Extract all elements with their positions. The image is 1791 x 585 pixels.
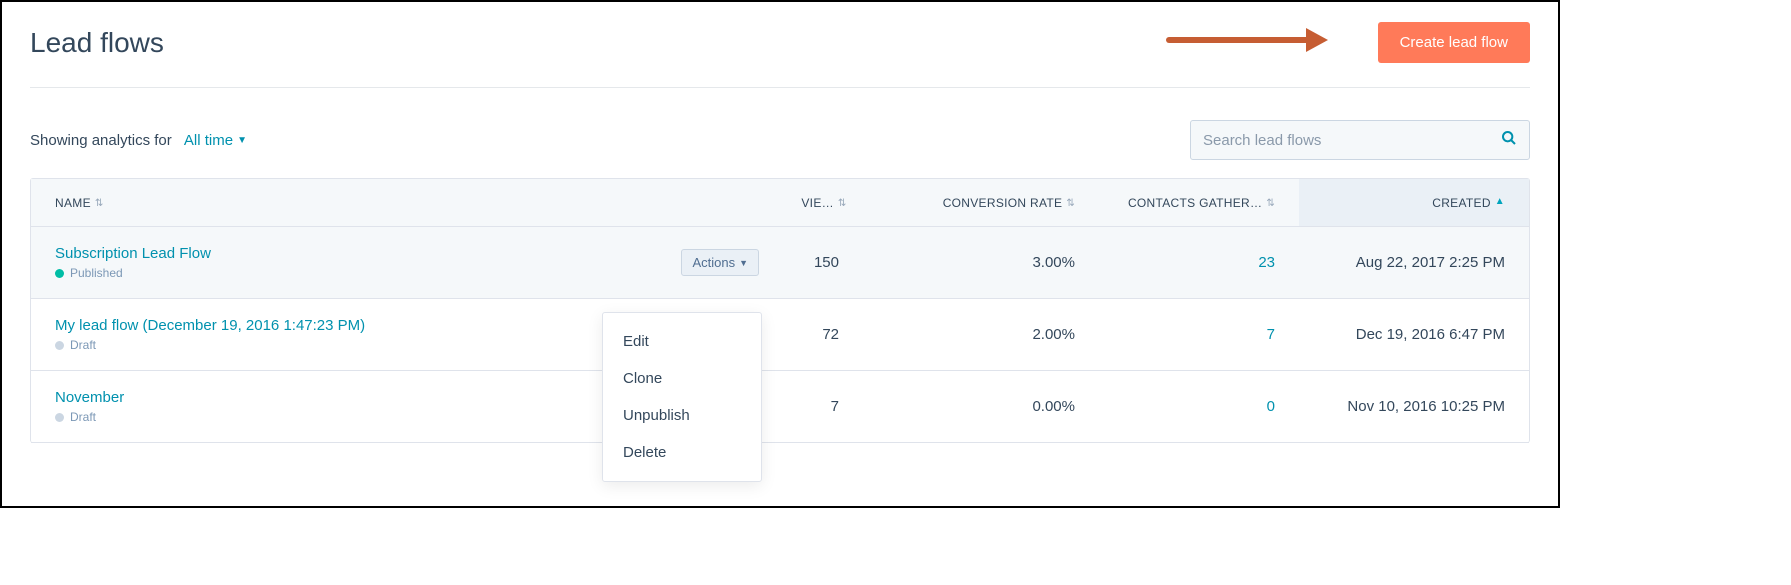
arrow-line: [1166, 37, 1306, 43]
actions-button[interactable]: Actions ▼: [681, 249, 759, 276]
status-dot-icon: [55, 341, 64, 350]
sort-icon: ⇅: [95, 198, 104, 209]
column-header-views[interactable]: VIE… ⇅: [759, 196, 889, 210]
contacts-link[interactable]: 7: [1267, 326, 1275, 343]
column-header-created[interactable]: CREATED ▲: [1299, 179, 1529, 226]
table-row[interactable]: Subscription Lead Flow Published Actions ▼ 1…: [31, 227, 1529, 299]
column-header-conversion[interactable]: CONVERSION RATE⇅: [889, 196, 1099, 210]
time-range-value: All time: [184, 132, 233, 149]
filter-prefix: Showing analytics for: [30, 132, 172, 149]
annotation-arrow: [1166, 28, 1328, 52]
status-dot-icon: [55, 269, 64, 278]
cell-actions: Actions ▼: [649, 249, 759, 276]
status-dot-icon: [55, 413, 64, 422]
cell-created: Dec 19, 2016 6:47 PM: [1299, 326, 1529, 343]
column-label: NAME: [55, 196, 91, 210]
column-header-contacts[interactable]: CONTACTS GATHER… ⇅: [1099, 196, 1299, 210]
column-label: CONVERSION RATE: [943, 196, 1063, 210]
cell-views: 7: [759, 398, 889, 415]
dropdown-item-unpublish[interactable]: Unpublish: [603, 397, 761, 434]
status-text: Draft: [70, 338, 96, 352]
cell-contacts: 0: [1099, 398, 1299, 415]
cell-created: Aug 22, 2017 2:25 PM: [1299, 254, 1529, 271]
table-row[interactable]: My lead flow (December 19, 2016 1:47:23 …: [31, 299, 1529, 371]
column-label: CONTACTS GATHER…: [1128, 196, 1262, 210]
sort-icon: ⇅: [1266, 198, 1275, 209]
time-range-dropdown[interactable]: All time ▼: [184, 132, 247, 149]
sort-asc-icon: ▲: [1495, 196, 1505, 207]
contacts-link[interactable]: 0: [1267, 398, 1275, 415]
actions-button-label: Actions: [692, 255, 735, 270]
search-input[interactable]: [1203, 132, 1501, 149]
status-badge: Draft: [55, 410, 625, 424]
cell-name: November Draft: [31, 389, 649, 424]
lead-flow-name-link[interactable]: November: [55, 389, 625, 406]
caret-down-icon: ▼: [739, 258, 748, 268]
search-box[interactable]: [1190, 120, 1530, 160]
caret-down-icon: ▼: [237, 135, 247, 146]
lead-flow-name-link[interactable]: My lead flow (December 19, 2016 1:47:23 …: [55, 317, 625, 334]
column-label: CREATED: [1432, 196, 1491, 210]
sort-icon: ⇅: [1066, 198, 1075, 209]
contacts-link[interactable]: 23: [1258, 254, 1275, 271]
lead-flows-table: NAME⇅ VIE…⇅ CONVERSION RATE⇅ CONTACTS GA…: [30, 178, 1530, 443]
dropdown-item-clone[interactable]: Clone: [603, 360, 761, 397]
search-icon[interactable]: [1501, 130, 1517, 151]
status-text: Published: [70, 266, 123, 280]
arrow-head-icon: [1306, 28, 1328, 52]
column-label: VIE…: [801, 196, 834, 210]
cell-name: My lead flow (December 19, 2016 1:47:23 …: [31, 317, 649, 352]
dropdown-item-delete[interactable]: Delete: [603, 434, 761, 471]
cell-contacts: 23: [1099, 254, 1299, 271]
cell-conversion-rate: 2.00%: [889, 326, 1099, 343]
cell-created: Nov 10, 2016 10:25 PM: [1299, 398, 1529, 415]
toolbar: Showing analytics for All time ▼: [30, 120, 1530, 160]
cell-conversion-rate: 3.00%: [889, 254, 1099, 271]
lead-flow-name-link[interactable]: Subscription Lead Flow: [55, 245, 625, 262]
actions-dropdown-menu: EditCloneUnpublishDelete: [602, 312, 762, 482]
sort-icon: ⇅: [838, 198, 847, 209]
create-lead-flow-button[interactable]: Create lead flow: [1378, 22, 1530, 63]
status-badge: Draft: [55, 338, 625, 352]
page-title: Lead flows: [30, 27, 164, 59]
cell-name: Subscription Lead Flow Published: [31, 245, 649, 280]
analytics-filter: Showing analytics for All time ▼: [30, 132, 247, 149]
table-header: NAME⇅ VIE…⇅ CONVERSION RATE⇅ CONTACTS GA…: [31, 179, 1529, 227]
status-text: Draft: [70, 410, 96, 424]
cell-views: 150: [759, 254, 889, 271]
cell-conversion-rate: 0.00%: [889, 398, 1099, 415]
table-row[interactable]: November Draft 70.00% 0 Nov 10, 2016 10:25 P…: [31, 371, 1529, 443]
app-frame: Lead flows Create lead flow Showing anal…: [0, 0, 1560, 508]
dropdown-item-edit[interactable]: Edit: [603, 323, 761, 360]
table-body: Subscription Lead Flow Published Actions ▼ 1…: [31, 227, 1529, 443]
column-header-name[interactable]: NAME ⇅: [31, 196, 649, 210]
cell-views: 72: [759, 326, 889, 343]
status-badge: Published: [55, 266, 625, 280]
cell-contacts: 7: [1099, 326, 1299, 343]
